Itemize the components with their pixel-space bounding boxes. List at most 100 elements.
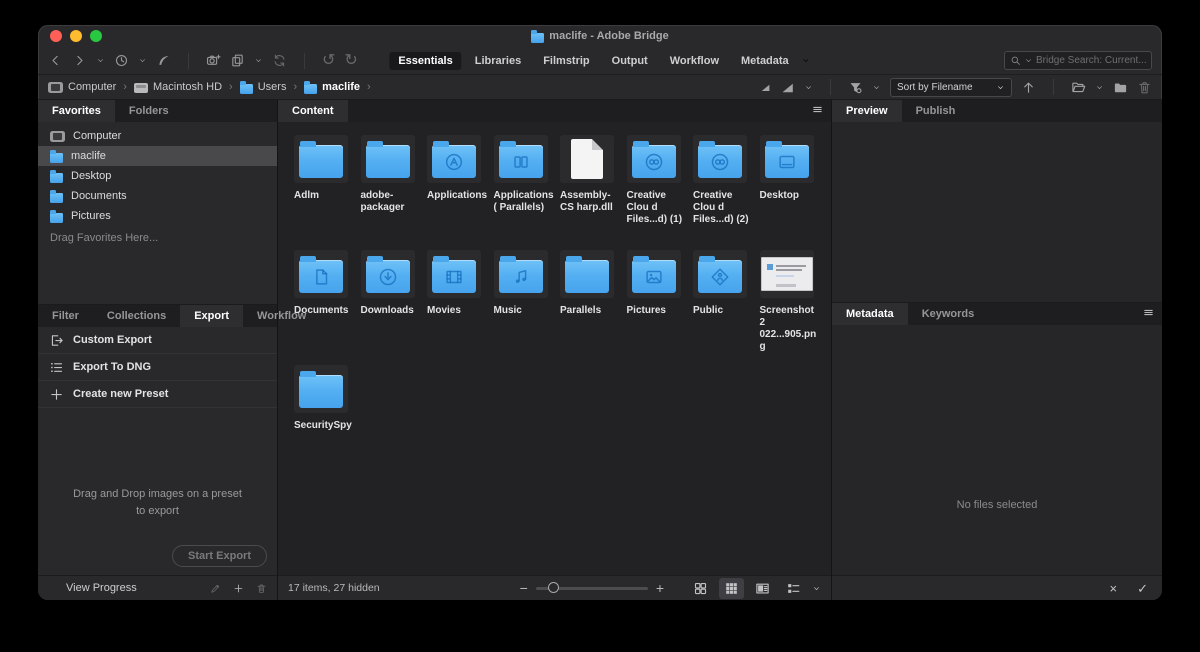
- sidebar-item-label: Computer: [73, 130, 121, 142]
- content-item-assembly-cs-harp-dll[interactable]: Assembly-CS harp.dll: [560, 135, 622, 250]
- sidebar-item-pictures[interactable]: Pictures: [38, 206, 277, 226]
- sort-chevron-down-icon: [996, 83, 1005, 92]
- history-icon[interactable]: [114, 53, 129, 68]
- nav-chevron-down-icon[interactable]: [96, 56, 105, 65]
- breadcrumb-item-computer[interactable]: Computer: [48, 81, 116, 93]
- zoom-out-icon[interactable]: −: [520, 581, 528, 595]
- content-item-adobe-packager[interactable]: adobe-packager: [361, 135, 423, 250]
- workspace-tab-output[interactable]: Output: [603, 52, 657, 70]
- favorites-tab-folders[interactable]: Folders: [115, 100, 183, 122]
- breadcrumb-item-maclife[interactable]: maclife: [304, 81, 360, 94]
- thumbnail-tile: [760, 135, 814, 183]
- apply-metadata-icon[interactable]: ✓: [1137, 582, 1148, 595]
- forward-icon[interactable]: [72, 53, 87, 68]
- content-item-securityspy[interactable]: SecuritySpy: [294, 365, 356, 480]
- content-item-adlm[interactable]: Adlm: [294, 135, 356, 250]
- tab-content[interactable]: Content: [278, 100, 348, 122]
- sidebar-item-maclife[interactable]: maclife: [38, 146, 277, 166]
- workspace-tab-metadata[interactable]: Metadata: [732, 52, 798, 70]
- list-view-button[interactable]: [781, 578, 806, 599]
- breadcrumb-item-macintosh-hd[interactable]: Macintosh HD: [134, 81, 222, 93]
- redo-icon[interactable]: ↻: [344, 53, 357, 69]
- export-tab-filter[interactable]: Filter: [38, 305, 93, 327]
- boomerang-icon[interactable]: [156, 53, 171, 68]
- sidebar-item-desktop[interactable]: Desktop: [38, 166, 277, 186]
- open-recent-icon[interactable]: [1071, 80, 1086, 95]
- content-item-movies[interactable]: Movies: [427, 250, 489, 365]
- thumbnail-size-slider[interactable]: [536, 587, 648, 590]
- content-item-pictures[interactable]: Pictures: [627, 250, 689, 365]
- view-options-chevron-icon[interactable]: [812, 584, 821, 593]
- preview-tab-preview[interactable]: Preview: [832, 100, 902, 122]
- edit-preset-pencil-icon[interactable]: [210, 583, 221, 594]
- undo-icon[interactable]: ↺: [322, 53, 335, 69]
- history-chevron-down-icon[interactable]: [138, 56, 147, 65]
- content-panel-menu-icon[interactable]: [812, 104, 823, 115]
- metadata-tab-keywords[interactable]: Keywords: [908, 303, 989, 325]
- metadata-tab-metadata[interactable]: Metadata: [832, 303, 908, 325]
- thumbnail-tile: [494, 135, 548, 183]
- thumbnail-tile: [627, 135, 681, 183]
- detail-view-button[interactable]: [750, 578, 775, 599]
- content-item-applications[interactable]: Applications: [427, 135, 489, 250]
- workspace-tab-filmstrip[interactable]: Filmstrip: [534, 52, 598, 70]
- sort-ascending-icon[interactable]: [1021, 80, 1036, 95]
- workspace-tab-libraries[interactable]: Libraries: [466, 52, 530, 70]
- add-preset-icon[interactable]: [233, 583, 244, 594]
- content-item-screenshot-2-022-905-png[interactable]: Screenshot 2 022...905.png: [760, 250, 822, 365]
- cancel-metadata-icon[interactable]: ×: [1110, 582, 1118, 595]
- export-item-export-to-dng[interactable]: Export To DNG: [38, 354, 277, 381]
- thumbnail-quality-icon[interactable]: [760, 82, 771, 93]
- new-folder-icon[interactable]: [1113, 80, 1128, 95]
- copy-chevron-down-icon[interactable]: [254, 56, 263, 65]
- thumbnail-tile: [361, 135, 415, 183]
- search-input[interactable]: [1036, 55, 1146, 66]
- content-item-applications-parallels-[interactable]: Applications ( Parallels): [494, 135, 556, 250]
- get-photos-camera-icon[interactable]: [206, 53, 221, 68]
- export-tab-collections[interactable]: Collections: [93, 305, 180, 327]
- view-progress-label[interactable]: View Progress: [66, 582, 200, 594]
- content-item-public[interactable]: Public: [693, 250, 755, 365]
- main-area: FavoritesFolders ComputermaclifeDesktopD…: [38, 100, 1162, 600]
- content-item-creative-clou-d-files-d-1-[interactable]: Creative Clou d Files...d) (1): [627, 135, 689, 250]
- content-item-parallels[interactable]: Parallels: [560, 250, 622, 365]
- sort-dropdown[interactable]: Sort by Filename: [890, 78, 1012, 97]
- workspace-tab-essentials[interactable]: Essentials: [389, 52, 461, 70]
- metadata-panel-menu-icon[interactable]: [1143, 307, 1154, 318]
- content-item-creative-clou-d-files-d-2-[interactable]: Creative Clou d Files...d) (2): [693, 135, 755, 250]
- sidebar-item-documents[interactable]: Documents: [38, 186, 277, 206]
- folder-icon: [698, 145, 742, 178]
- favorites-list: Computer maclifeDesktopDocumentsPictures: [38, 122, 277, 226]
- delete-icon[interactable]: [1137, 80, 1152, 95]
- open-recent-chevron-down-icon[interactable]: [1095, 83, 1104, 92]
- export-tab-export[interactable]: Export: [180, 305, 243, 327]
- content-item-downloads[interactable]: Downloads: [361, 250, 423, 365]
- content-item-music[interactable]: Music: [494, 250, 556, 365]
- back-icon[interactable]: [48, 53, 63, 68]
- delete-preset-icon[interactable]: [256, 583, 267, 594]
- bridge-search-box[interactable]: [1004, 51, 1152, 70]
- toolbar-divider: [304, 53, 305, 69]
- workspace-tab-workflow[interactable]: Workflow: [661, 52, 728, 70]
- thumb-dialog-icon: [767, 264, 773, 270]
- start-export-button[interactable]: Start Export: [172, 545, 267, 567]
- export-item-custom-export[interactable]: Custom Export: [38, 327, 277, 354]
- filter-chevron-down-icon[interactable]: [872, 83, 881, 92]
- breadcrumb-item-users[interactable]: Users: [240, 81, 287, 94]
- sidebar-item-computer[interactable]: Computer: [38, 126, 277, 146]
- refresh-icon[interactable]: [272, 53, 287, 68]
- quality-chevron-down-icon[interactable]: [804, 83, 813, 92]
- preview-tab-publish[interactable]: Publish: [902, 100, 970, 122]
- favorites-tab-favorites[interactable]: Favorites: [38, 100, 115, 122]
- export-tab-workflow[interactable]: Workflow: [243, 305, 320, 327]
- export-item-create-new-preset[interactable]: Create new Preset: [38, 381, 277, 408]
- content-item-desktop[interactable]: Desktop: [760, 135, 822, 250]
- thumbnail-view-button[interactable]: [719, 578, 744, 599]
- thumbnail-quality-options-icon[interactable]: [780, 80, 795, 95]
- slider-knob[interactable]: [548, 582, 559, 593]
- zoom-in-icon[interactable]: +: [656, 581, 664, 595]
- copy-stack-icon[interactable]: [230, 53, 245, 68]
- grid-lock-view-button[interactable]: [688, 578, 713, 599]
- search-chevron-down-icon[interactable]: [1024, 56, 1033, 65]
- filter-icon[interactable]: [848, 80, 863, 95]
